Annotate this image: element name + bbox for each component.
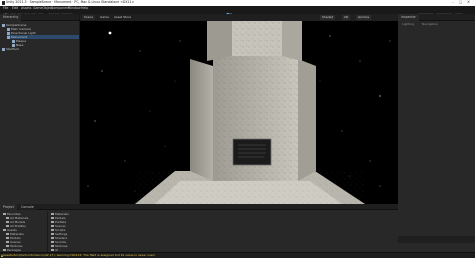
scene-icon	[2, 23, 5, 27]
tree-item-starfield[interactable]: Starfield	[2, 47, 19, 51]
tab-console[interactable]: Console	[18, 204, 37, 210]
status-bar[interactable]: Assets/Scripts/Controller.cs(42,17): war…	[0, 252, 475, 258]
folder-icon	[6, 224, 9, 228]
monument-left-face	[190, 59, 213, 181]
tab-scene[interactable]: Scene	[82, 15, 96, 20]
folder-icon	[6, 240, 9, 244]
scene-viewport[interactable]	[80, 21, 398, 204]
window-title: Unity 2021.3 · SampleScene · Monument · …	[6, 0, 135, 5]
folder-icon	[51, 228, 54, 232]
menu-gameobject[interactable]: GameObject	[33, 6, 53, 10]
scene-tabbar: Scene Game Asset Store Shaded 2D Gizmos	[80, 14, 398, 21]
folder-icon	[6, 220, 9, 224]
status-message: Assets/Scripts/Controller.cs(42,17): war…	[3, 253, 155, 258]
menu-component[interactable]: Component	[51, 6, 70, 10]
folder-icon	[51, 244, 54, 248]
obelisk-right	[282, 21, 302, 61]
tab-project[interactable]: Project	[0, 204, 17, 210]
tab-asset-store[interactable]: Asset Store	[112, 15, 133, 20]
menu-window[interactable]: Window	[68, 6, 81, 10]
obelisk-left	[207, 21, 232, 61]
menu-edit[interactable]: Edit	[12, 6, 18, 10]
tab-inspector[interactable]: Inspector	[398, 14, 419, 21]
folder-icon	[51, 240, 54, 244]
folder-icon	[6, 236, 9, 240]
project-asset-list: Materials Models Prefabs Scenes Scripts …	[49, 211, 398, 252]
folder-icon	[51, 220, 54, 224]
tab-game[interactable]: Game	[98, 15, 111, 20]
monument-right-face	[298, 59, 316, 181]
gameobject-icon	[2, 47, 5, 51]
project-tabbar: Project Console	[0, 204, 398, 210]
hierarchy-panel: Hierarchy SampleScene Main Camera Direct…	[0, 14, 79, 204]
inspector-panel: Inspector Lighting Navigation	[398, 14, 475, 252]
hierarchy-tabbar: Hierarchy	[0, 14, 79, 21]
folder-icon	[6, 232, 9, 236]
menu-file[interactable]: File	[3, 6, 8, 10]
menu-assets[interactable]: Assets	[21, 6, 31, 10]
inspector-subtab-lighting[interactable]: Lighting	[402, 23, 414, 26]
folder-icon	[3, 248, 6, 252]
2d-toggle[interactable]: 2D	[342, 15, 351, 20]
menu-help[interactable]: Help	[81, 6, 88, 10]
inspector-subtab-navigation[interactable]: Navigation	[422, 23, 438, 26]
close-button[interactable]: ✕	[467, 0, 470, 5]
project-folder-tree: Favorites All Materials All Models All P…	[0, 211, 48, 252]
folder-icon	[3, 228, 6, 232]
folder-icon	[51, 212, 54, 216]
monument-render	[87, 21, 391, 204]
tab-hierarchy[interactable]: Hierarchy	[0, 14, 22, 21]
maximize-button[interactable]: □	[459, 0, 462, 5]
folder-icon	[3, 212, 6, 216]
folder-icon	[51, 248, 54, 252]
unity-logo-icon	[1, 1, 5, 5]
folder-icon	[51, 216, 54, 220]
minimize-button[interactable]: –	[452, 0, 454, 5]
gameobject-icon	[7, 35, 10, 39]
gizmos-dropdown[interactable]: Gizmos	[356, 15, 372, 20]
folder-icon	[51, 236, 54, 240]
inspector-tabbar: Inspector	[398, 14, 475, 21]
plaque	[232, 138, 272, 166]
inspector-footer	[398, 236, 475, 243]
folder-icon	[51, 232, 54, 236]
project-panel: Project Console Favorites All Materials …	[0, 204, 398, 252]
shading-mode-dropdown[interactable]: Shaded	[320, 15, 336, 20]
folder-icon	[51, 224, 54, 228]
folder-icon	[6, 244, 9, 248]
folder-icon	[6, 216, 9, 220]
